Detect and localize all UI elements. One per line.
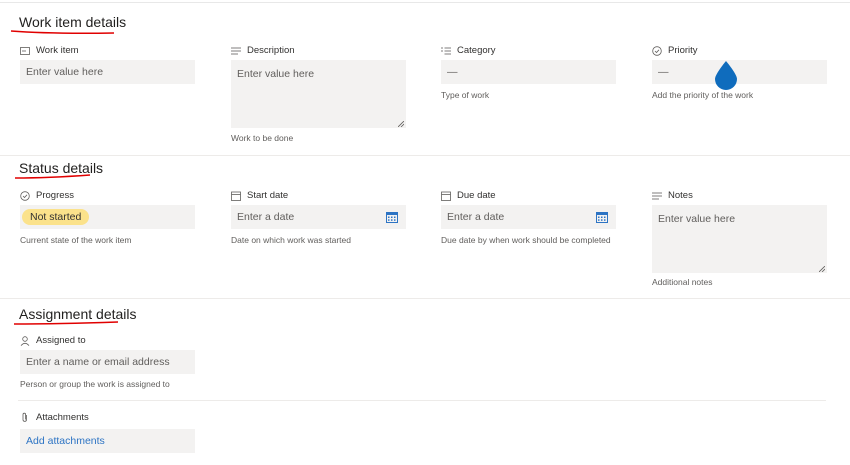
person-icon bbox=[20, 335, 30, 346]
notes-help: Additional notes bbox=[652, 277, 713, 287]
due-date-help: Due date by when work should be complete… bbox=[441, 235, 611, 245]
field-label: Category bbox=[457, 45, 496, 56]
field-label: Work item bbox=[36, 45, 79, 56]
section-title-work-item: Work item details bbox=[19, 14, 127, 30]
paperclip-icon bbox=[20, 412, 30, 423]
category-dropdown[interactable]: — bbox=[441, 60, 616, 84]
start-date-input[interactable]: Enter a date bbox=[231, 205, 406, 229]
description-textarea[interactable]: Enter value here bbox=[231, 60, 406, 128]
check-circle-icon bbox=[652, 45, 662, 56]
category-help: Type of work bbox=[441, 90, 490, 100]
field-label: Assigned to bbox=[36, 335, 86, 346]
resize-handle-icon[interactable] bbox=[819, 266, 825, 272]
field-label: Start date bbox=[247, 190, 289, 201]
field-label: Progress bbox=[36, 190, 75, 201]
field-label: Due date bbox=[457, 190, 496, 201]
multiline-text-icon bbox=[652, 191, 662, 201]
status-badge: Not started bbox=[22, 209, 90, 225]
top-divider bbox=[0, 2, 850, 3]
attachments-box: Add attachments bbox=[20, 429, 195, 453]
due-date-input[interactable]: Enter a date bbox=[441, 205, 616, 229]
assigned-to-input[interactable]: Enter a name or email address bbox=[20, 350, 195, 374]
add-attachments-link[interactable]: Add attachments bbox=[26, 435, 105, 447]
field-label: Priority bbox=[668, 45, 698, 56]
calendar-icon bbox=[231, 191, 241, 201]
field-divider bbox=[18, 400, 826, 401]
calendar-icon bbox=[441, 191, 451, 201]
section-divider bbox=[0, 155, 850, 156]
text-field-icon bbox=[20, 46, 30, 56]
progress-dropdown[interactable]: Not started bbox=[20, 205, 195, 229]
assigned-to-help: Person or group the work is assigned to bbox=[20, 379, 170, 389]
title-underline bbox=[14, 174, 91, 179]
check-circle-icon bbox=[20, 190, 30, 201]
notes-placeholder: Enter value here bbox=[658, 213, 736, 225]
due-date-placeholder: Enter a date bbox=[447, 211, 505, 223]
title-underline bbox=[10, 30, 115, 34]
notes-textarea[interactable]: Enter value here bbox=[652, 205, 827, 273]
progress-help: Current state of the work item bbox=[20, 235, 132, 245]
title-underline bbox=[13, 321, 119, 325]
description-help: Work to be done bbox=[231, 133, 294, 143]
field-label: Attachments bbox=[36, 412, 89, 423]
resize-handle-icon[interactable] bbox=[398, 121, 404, 127]
priority-dropdown[interactable]: — bbox=[652, 60, 827, 84]
field-label: Notes bbox=[668, 190, 693, 201]
priority-help: Add the priority of the work bbox=[652, 90, 754, 100]
start-date-help: Date on which work was started bbox=[231, 235, 351, 245]
start-date-placeholder: Enter a date bbox=[237, 211, 295, 223]
multiline-text-icon bbox=[231, 46, 241, 56]
water-drop-icon bbox=[715, 61, 737, 90]
choice-list-icon bbox=[441, 46, 451, 56]
description-placeholder: Enter value here bbox=[237, 68, 315, 80]
section-divider bbox=[0, 298, 850, 299]
calendar-picker-icon[interactable] bbox=[386, 212, 398, 223]
work-item-input[interactable]: Enter value here bbox=[20, 60, 195, 84]
field-label: Description bbox=[247, 45, 295, 56]
calendar-picker-icon[interactable] bbox=[596, 212, 608, 223]
